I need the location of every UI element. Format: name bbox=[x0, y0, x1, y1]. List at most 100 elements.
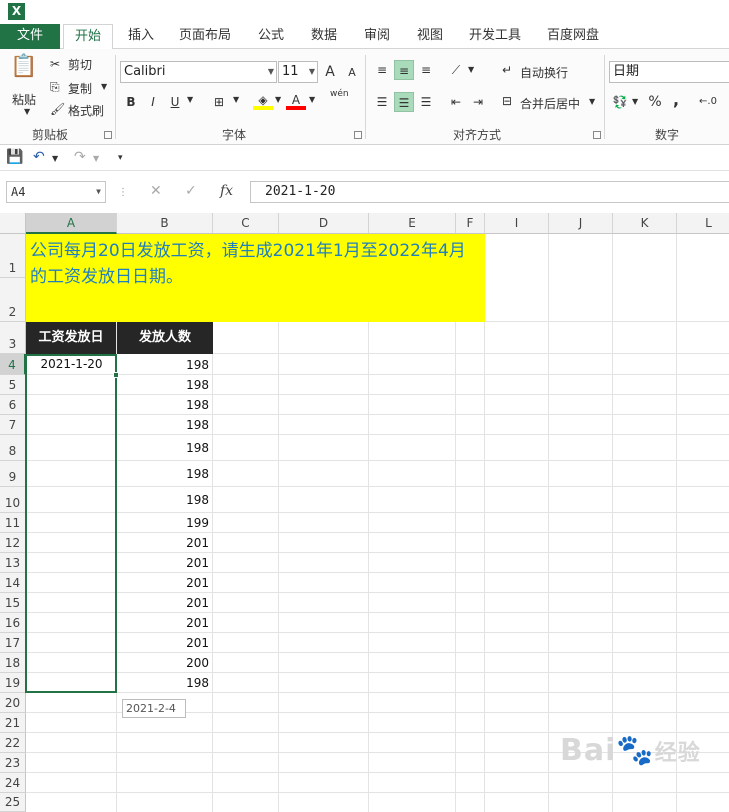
align-right-icon[interactable]: ☰ bbox=[416, 92, 436, 112]
tab-file[interactable]: 文件 bbox=[0, 24, 60, 49]
cell-b4[interactable]: 198 bbox=[117, 358, 209, 372]
font-color-icon[interactable]: A bbox=[286, 90, 306, 110]
merge-center-button[interactable]: 合并后居中 bbox=[520, 95, 580, 112]
align-left-icon[interactable]: ☰ bbox=[372, 92, 392, 112]
cell-b15[interactable]: 201 bbox=[117, 596, 209, 610]
row-header-21[interactable]: 21 bbox=[0, 713, 26, 733]
row-header-13[interactable]: 13 bbox=[0, 553, 26, 573]
cell-b14[interactable]: 201 bbox=[117, 576, 209, 590]
increase-indent-icon[interactable]: ⇥ bbox=[468, 92, 488, 112]
cell-b5[interactable]: 198 bbox=[117, 378, 209, 392]
tab-home[interactable]: 开始 bbox=[63, 24, 113, 50]
fill-handle[interactable] bbox=[113, 372, 119, 378]
row-header-4[interactable]: 4 bbox=[0, 354, 26, 375]
currency-dropdown-icon[interactable]: ▼ bbox=[632, 97, 638, 106]
align-middle-icon[interactable]: ≡ bbox=[394, 60, 414, 80]
paste-dropdown-icon[interactable]: ▼ bbox=[24, 107, 30, 116]
align-top-icon[interactable]: ≡ bbox=[372, 60, 392, 80]
clipboard-launcher-icon[interactable] bbox=[104, 131, 112, 139]
fill-color-icon[interactable]: ◈ bbox=[253, 90, 273, 110]
column-header-k[interactable]: K bbox=[613, 213, 677, 234]
bold-button[interactable]: B bbox=[121, 92, 141, 112]
row-header-23[interactable]: 23 bbox=[0, 753, 26, 773]
number-format-select[interactable]: 日期 bbox=[609, 61, 729, 83]
row-header-12[interactable]: 12 bbox=[0, 533, 26, 553]
grow-font-button[interactable]: A bbox=[320, 62, 340, 82]
row-header-7[interactable]: 7 bbox=[0, 415, 26, 435]
fill-color-dropdown-icon[interactable]: ▼ bbox=[275, 95, 281, 104]
align-center-icon[interactable]: ☰ bbox=[394, 92, 414, 112]
row-header-5[interactable]: 5 bbox=[0, 375, 26, 395]
tab-baidu-netdisk[interactable]: 百度网盘 bbox=[540, 24, 606, 49]
cell-b12[interactable]: 201 bbox=[117, 536, 209, 550]
cell-b19[interactable]: 198 bbox=[117, 676, 209, 690]
column-header-i[interactable]: I bbox=[485, 213, 549, 234]
font-name-select[interactable]: Calibri ▼ bbox=[120, 61, 277, 83]
formula-input[interactable]: 2021-1-20 bbox=[250, 181, 729, 203]
tab-formulas[interactable]: 公式 bbox=[250, 24, 292, 49]
undo-icon[interactable]: ↶ bbox=[33, 149, 45, 165]
row-header-10[interactable]: 10 bbox=[0, 487, 26, 513]
undo-dropdown-icon[interactable]: ▼ bbox=[52, 154, 58, 163]
cancel-icon[interactable]: ✕ bbox=[150, 183, 162, 199]
redo-dropdown-icon[interactable]: ▼ bbox=[93, 154, 99, 163]
orientation-icon[interactable]: ⟋ bbox=[446, 60, 466, 80]
cell-b9[interactable]: 198 bbox=[117, 467, 209, 481]
cut-button[interactable]: 剪切 bbox=[68, 56, 92, 73]
increase-decimal-icon[interactable]: ←.0 bbox=[698, 92, 718, 112]
font-color-dropdown-icon[interactable]: ▼ bbox=[309, 95, 315, 104]
comma-button[interactable]: , bbox=[666, 90, 686, 110]
row-header-22[interactable]: 22 bbox=[0, 733, 26, 753]
row-header-8[interactable]: 8 bbox=[0, 435, 26, 461]
tab-insert[interactable]: 插入 bbox=[120, 24, 162, 49]
tab-developer[interactable]: 开发工具 bbox=[462, 24, 528, 49]
save-icon[interactable]: 💾 bbox=[6, 149, 23, 165]
row-header-11[interactable]: 11 bbox=[0, 513, 26, 533]
row-header-18[interactable]: 18 bbox=[0, 653, 26, 673]
phonetic-button[interactable]: wén bbox=[330, 89, 349, 99]
cell-b7[interactable]: 198 bbox=[117, 418, 209, 432]
align-bottom-icon[interactable]: ≡ bbox=[416, 60, 436, 80]
paste-button[interactable]: 粘贴 bbox=[12, 91, 36, 108]
shrink-font-button[interactable]: A bbox=[342, 63, 362, 83]
cell-b6[interactable]: 198 bbox=[117, 398, 209, 412]
percent-button[interactable]: % bbox=[645, 92, 665, 112]
select-all-corner[interactable] bbox=[0, 213, 26, 234]
tab-page-layout[interactable]: 页面布局 bbox=[172, 24, 238, 49]
row-header-6[interactable]: 6 bbox=[0, 395, 26, 415]
row-header-19[interactable]: 19 bbox=[0, 673, 26, 693]
border-dropdown-icon[interactable]: ▼ bbox=[233, 95, 239, 104]
row-header-1[interactable]: 1 bbox=[0, 234, 26, 278]
row-header-2[interactable]: 2 bbox=[0, 278, 26, 322]
tab-review[interactable]: 审阅 bbox=[356, 24, 398, 49]
row-header-9[interactable]: 9 bbox=[0, 461, 26, 487]
cell-b13[interactable]: 201 bbox=[117, 556, 209, 570]
name-box[interactable]: A4 ▼ bbox=[6, 181, 106, 203]
orientation-dropdown-icon[interactable]: ▼ bbox=[468, 65, 474, 74]
column-header-d[interactable]: D bbox=[279, 213, 369, 234]
row-header-17[interactable]: 17 bbox=[0, 633, 26, 653]
cell-b18[interactable]: 200 bbox=[117, 656, 209, 670]
currency-icon[interactable]: 💱 bbox=[610, 92, 630, 112]
row-header-14[interactable]: 14 bbox=[0, 573, 26, 593]
column-header-e[interactable]: E bbox=[369, 213, 456, 234]
cell-b10[interactable]: 198 bbox=[117, 493, 209, 507]
paste-icon[interactable]: 📋 bbox=[10, 56, 37, 87]
font-launcher-icon[interactable] bbox=[354, 131, 362, 139]
underline-dropdown-icon[interactable]: ▼ bbox=[187, 95, 193, 104]
italic-button[interactable]: I bbox=[143, 92, 163, 112]
cell-b16[interactable]: 201 bbox=[117, 616, 209, 630]
row-header-24[interactable]: 24 bbox=[0, 773, 26, 793]
column-header-j[interactable]: J bbox=[549, 213, 613, 234]
customize-qat-icon[interactable]: ▾ bbox=[118, 153, 123, 163]
wrap-text-button[interactable]: 自动换行 bbox=[520, 64, 568, 81]
tab-data[interactable]: 数据 bbox=[303, 24, 345, 49]
row-header-3[interactable]: 3 bbox=[0, 322, 26, 354]
format-painter-button[interactable]: 格式刷 bbox=[68, 102, 104, 119]
column-header-l[interactable]: L bbox=[677, 213, 729, 234]
enter-icon[interactable]: ✓ bbox=[185, 183, 197, 199]
merge-dropdown-icon[interactable]: ▼ bbox=[589, 97, 595, 106]
alignment-launcher-icon[interactable] bbox=[593, 131, 601, 139]
column-header-b[interactable]: B bbox=[117, 213, 213, 234]
column-header-f[interactable]: F bbox=[456, 213, 485, 234]
